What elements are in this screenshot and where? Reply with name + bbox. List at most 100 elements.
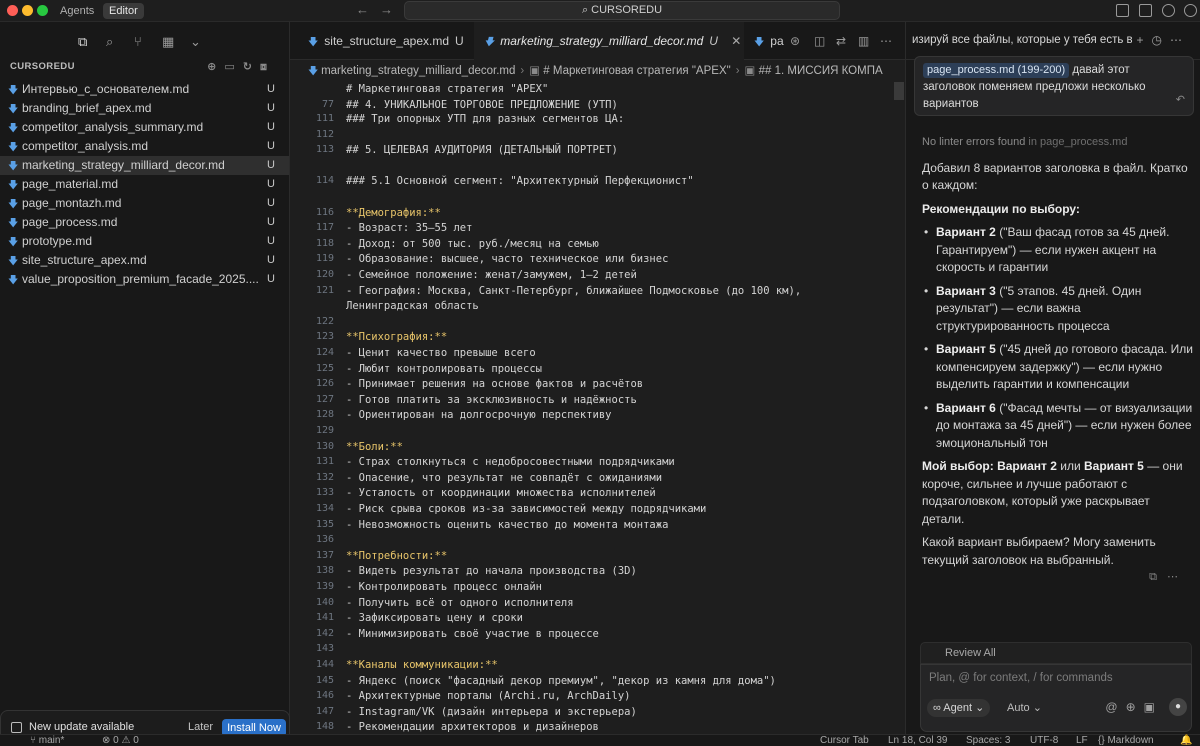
history-icon[interactable]: ◷ [1152, 33, 1170, 47]
code-line[interactable]: 141 - Зафиксировать цену и сроки [290, 612, 890, 628]
indentation[interactable]: Spaces: 3 [966, 735, 1010, 746]
user-message[interactable]: page_process.md (199-200) давай этот заг… [914, 56, 1194, 116]
file-item[interactable]: 🡇 page_process.md U [0, 213, 289, 232]
editor-scrollbar[interactable] [894, 82, 904, 100]
code-line[interactable] [290, 191, 890, 207]
code-line[interactable]: 112 [290, 129, 890, 145]
file-item[interactable]: 🡇 page_montazh.md U [0, 194, 289, 213]
review-all-button[interactable]: Review All [920, 642, 1192, 664]
openai-icon[interactable]: ⊛ [790, 34, 800, 48]
code-line[interactable]: 138 - Видеть результат до начала производ… [290, 565, 890, 581]
code-line[interactable]: 144 **Каналы коммуникации:** [290, 659, 890, 675]
more-actions-icon[interactable]: ⋯ [880, 34, 892, 48]
code-line[interactable]: 145 - Яндекс (поиск "фасадный декор преми… [290, 675, 890, 691]
code-line[interactable]: 111 ### Три опорных УТП для разных сегмен… [290, 113, 890, 129]
branch-indicator[interactable]: ⑂ main* [30, 735, 64, 746]
agent-mode-dropdown[interactable]: ∞ Agent ⌄ [927, 699, 991, 717]
forward-arrow-icon[interactable]: → [380, 2, 393, 17]
code-line[interactable]: 127 - Готов платить за эксклюзивность и н… [290, 394, 890, 410]
settings-gear-icon[interactable] [1184, 4, 1197, 17]
model-dropdown[interactable]: Auto ⌄ [1007, 699, 1042, 717]
code-line[interactable]: 139 - Контролировать процесс онлайн [290, 581, 890, 597]
file-item[interactable]: 🡇 page_material.md U [0, 175, 289, 194]
composer-input[interactable]: Plan, @ for context, / for commands [929, 672, 1113, 684]
code-line[interactable]: 114 ### 5.1 Основной сегмент: "Архитектур… [290, 175, 890, 191]
code-line[interactable]: 113 ## 5. ЦЕЛЕВАЯ АУДИТОРИЯ (ДЕТАЛЬНЫЙ ПО… [290, 144, 890, 160]
collapse-all-icon[interactable]: ⧈ [260, 61, 275, 73]
layout-icon[interactable]: ▥ [858, 34, 869, 48]
cursor-position[interactable]: Ln 18, Col 39 [888, 735, 948, 746]
code-line[interactable]: 143 [290, 643, 890, 659]
chat-composer[interactable]: Plan, @ for context, / for commands ∞ Ag… [920, 664, 1192, 732]
cube-icon[interactable] [1162, 4, 1175, 17]
microphone-icon[interactable]: ● [1169, 698, 1187, 716]
language-mode[interactable]: {} Markdown [1098, 735, 1154, 746]
breadcrumb-file[interactable]: marketing_strategy_milliard_decor.md [321, 65, 515, 77]
code-line[interactable]: 147 - Instagram/VK (дизайн интерьера и эк… [290, 706, 890, 722]
code-line[interactable]: 125 - Любит контролировать процессы [290, 363, 890, 379]
code-line[interactable]: 142 - Минимизировать своё участие в проце… [290, 628, 890, 644]
code-line[interactable]: 140 - Получить всё от одного исполнителя [290, 597, 890, 613]
file-item[interactable]: 🡇 competitor_analysis_summary.md U [0, 118, 289, 137]
code-line[interactable]: 118 - Доход: от 500 тыс. руб./месяц на се… [290, 238, 890, 254]
code-line[interactable]: 128 - Ориентирован на долгосрочную перспе… [290, 409, 890, 425]
close-tab-icon[interactable]: ✕ [731, 34, 741, 48]
code-line[interactable]: 130 **Боли:** [290, 441, 890, 457]
file-item[interactable]: 🡇 Интервью_с_основателем.md U [0, 80, 289, 99]
code-line[interactable] [290, 160, 890, 176]
copy-icon[interactable]: ⧉ [1149, 571, 1167, 583]
editor-tab-marketing-strategy[interactable]: 🡇 marketing_strategy_milliard_decor.md U ✕ [474, 22, 744, 60]
sticky-heading[interactable]: # Маркетинговая стратегия "APEX" [290, 83, 894, 99]
file-item[interactable]: 🡇 prototype.md U [0, 232, 289, 251]
code-line[interactable]: 132 - Опасение, что результат не совпадёт… [290, 472, 890, 488]
breadcrumb-heading-1[interactable]: # Маркетинговая стратегия "APEX" [543, 65, 730, 77]
code-line[interactable]: 146 - Архитектурные порталы (Archi.ru, Ar… [290, 690, 890, 706]
minimize-window-button[interactable] [22, 5, 33, 16]
refresh-icon[interactable]: ↻ [243, 61, 260, 73]
file-item[interactable]: 🡇 site_structure_apex.md U [0, 251, 289, 270]
more-icon[interactable]: ⋯ [1167, 571, 1188, 583]
back-arrow-icon[interactable]: ← [356, 2, 369, 17]
file-item[interactable]: 🡇 branding_brief_apex.md U [0, 99, 289, 118]
breadcrumb-heading-2[interactable]: ## 1. МИССИЯ КОМПА [759, 65, 883, 77]
extensions-icon[interactable]: ▦ [162, 34, 174, 50]
code-line[interactable]: 133 - Усталость от координации множества … [290, 487, 890, 503]
code-line[interactable]: 123 **Психография:** [290, 331, 890, 347]
undo-icon[interactable]: ↶ [1176, 92, 1185, 109]
code-line[interactable]: 137 **Потребности:** [290, 550, 890, 566]
at-mention-icon[interactable]: @ [1105, 700, 1125, 714]
encoding[interactable]: UTF-8 [1030, 735, 1058, 746]
code-line[interactable]: 124 - Ценит качество превыше всего [290, 347, 890, 363]
code-line[interactable]: 131 - Страх столкнуться с недобросовестны… [290, 456, 890, 472]
maximize-window-button[interactable] [37, 5, 48, 16]
code-line[interactable]: 148 - Рекомендации архитекторов и дизайне… [290, 721, 890, 734]
notifications-icon[interactable]: 🔔 [1180, 735, 1192, 746]
file-item[interactable]: 🡇 value_proposition_premium_facade_2025..… [0, 270, 289, 289]
later-button[interactable]: Later [188, 721, 213, 733]
tab-editor[interactable]: Editor [103, 3, 144, 19]
editor-tab-site-structure[interactable]: 🡇 site_structure_apex.md U [298, 22, 474, 60]
code-line[interactable]: 134 - Риск срыва сроков из-за зависимосте… [290, 503, 890, 519]
code-line[interactable]: 117 - Возраст: 35–55 лет [290, 222, 890, 238]
close-window-button[interactable] [7, 5, 18, 16]
code-line[interactable]: 136 [290, 534, 890, 550]
image-icon[interactable]: ▣ [1144, 700, 1163, 714]
code-line[interactable]: Ленинградская область [290, 300, 890, 316]
new-folder-icon[interactable]: ▭ [224, 61, 242, 73]
toggle-sidebar-icon[interactable] [1116, 4, 1129, 17]
split-editor-icon[interactable]: ◫ [814, 34, 825, 48]
code-line[interactable]: 119 - Образование: высшее, часто техничес… [290, 253, 890, 269]
command-search-box[interactable]: ⌕ CURSOREDU [404, 1, 840, 20]
new-chat-icon[interactable]: + [1137, 33, 1152, 47]
tab-agents[interactable]: Agents [54, 3, 100, 19]
chevron-down-icon[interactable]: ⌄ [190, 34, 201, 50]
files-icon[interactable]: ⧉ [78, 34, 87, 50]
new-file-icon[interactable]: ⊕ [207, 61, 224, 73]
cursor-tab-indicator[interactable]: Cursor Tab [820, 735, 869, 746]
diff-icon[interactable]: ⇄ [836, 34, 846, 48]
file-item[interactable]: 🡇 competitor_analysis.md U [0, 137, 289, 156]
code-line[interactable]: 122 [290, 316, 890, 332]
code-line[interactable]: 116 **Демография:** [290, 207, 890, 223]
globe-icon[interactable]: ⊕ [1126, 700, 1144, 714]
chat-title[interactable]: изируй все файлы, которые у тебя есть в [912, 34, 1132, 46]
